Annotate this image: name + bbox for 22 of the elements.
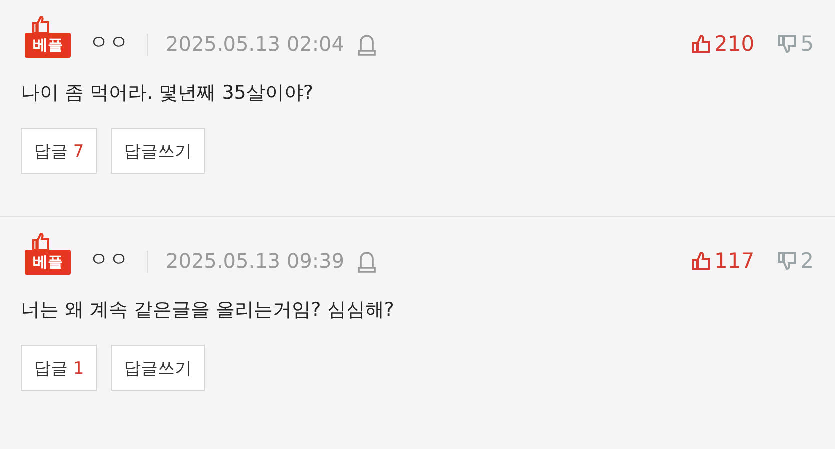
replies-button[interactable]: 답글 1 [21, 345, 98, 391]
thumbs-down-icon [776, 34, 797, 54]
comment-text: 너는 왜 계속 같은글을 올리는거임? 심심해? [21, 298, 396, 323]
comment-text: 나이 좀 먹어라. 몇년째 35살이야? [21, 81, 314, 106]
best-badge: 베플 [25, 250, 71, 275]
thumbs-down-icon [776, 251, 797, 271]
thumbs-up-icon [690, 34, 711, 54]
bell-icon[interactable] [356, 34, 377, 56]
thumbs-up-icon [30, 233, 52, 250]
author-name[interactable]: ㅇㅇ [89, 29, 129, 58]
thumbs-up-icon [30, 16, 52, 33]
write-reply-button[interactable]: 답글쓰기 [111, 128, 206, 174]
thumbs-up-icon [690, 251, 711, 271]
best-badge: 베플 [25, 33, 71, 58]
like-button[interactable]: 210 [690, 32, 755, 56]
comment-date: 2025.05.13 02:04 [166, 32, 345, 58]
like-button[interactable]: 117 [690, 249, 755, 273]
author-name[interactable]: ㅇㅇ [89, 246, 129, 275]
comment-date: 2025.05.13 09:39 [166, 249, 345, 275]
replies-button[interactable]: 답글 7 [21, 128, 98, 174]
bell-icon[interactable] [356, 251, 377, 273]
write-reply-button[interactable]: 답글쓰기 [111, 345, 206, 391]
